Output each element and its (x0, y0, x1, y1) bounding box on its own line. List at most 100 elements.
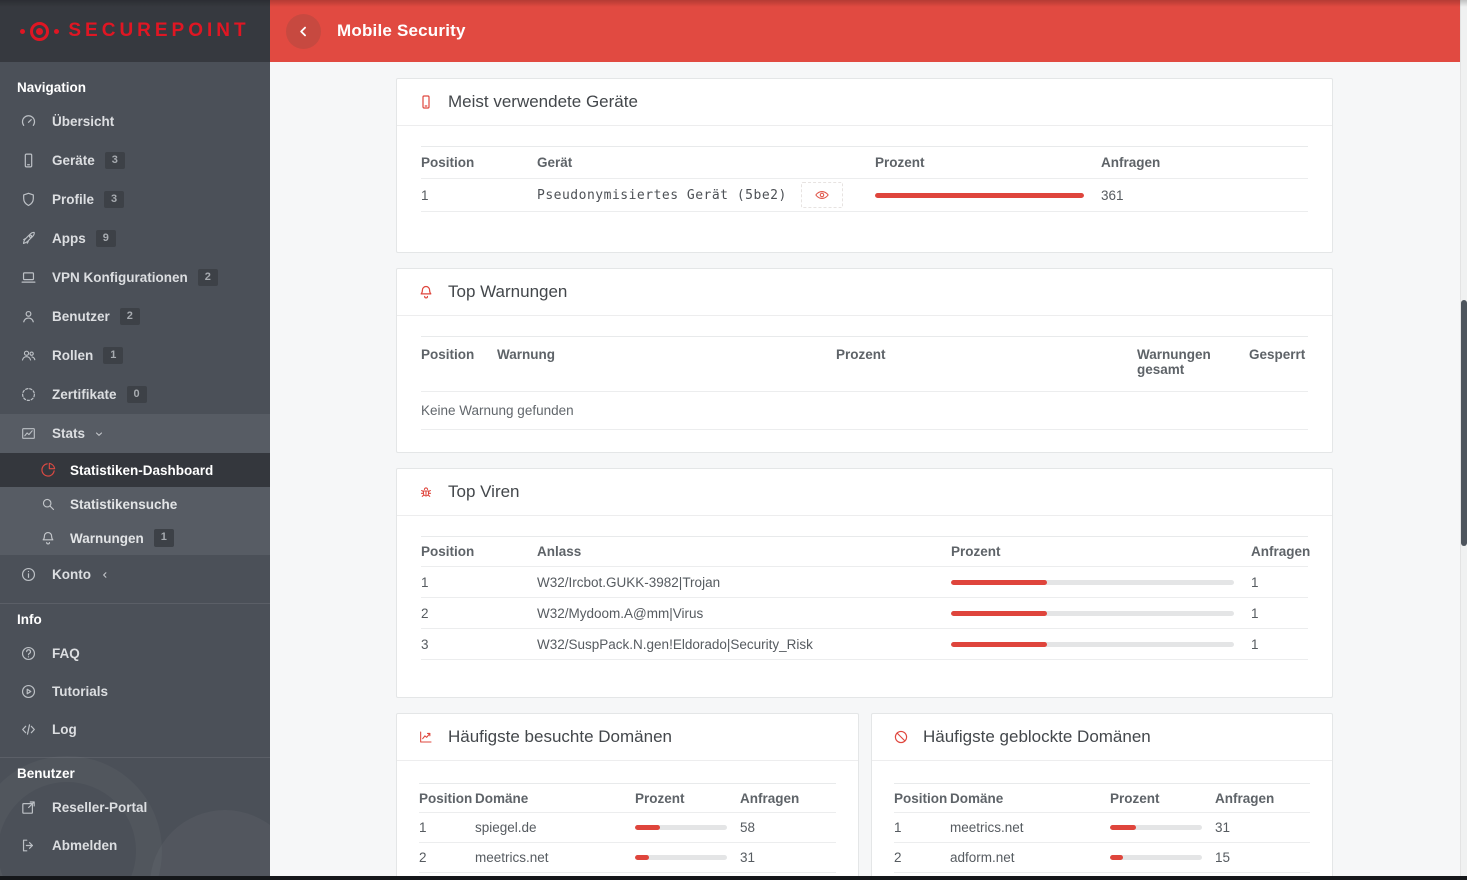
search-icon (38, 496, 58, 512)
col-domaene: Domäne (950, 790, 1004, 806)
sidebar-item-benutzer[interactable]: Benutzer 2 (0, 297, 270, 336)
device-name: Pseudonymisiertes Gerät (5be2) (537, 187, 787, 203)
logout-icon (17, 837, 39, 854)
sidebar-item-abmelden[interactable]: Abmelden (0, 826, 270, 864)
sidebar-item-statistiken-dashboard[interactable]: Statistiken-Dashboard (0, 453, 270, 487)
cell-prozent (875, 192, 1101, 198)
view-device-button[interactable] (800, 182, 843, 208)
scrollbar-thumb[interactable] (1461, 300, 1467, 546)
col-anfragen: Anfragen (740, 790, 800, 806)
col-position: Position (421, 544, 475, 559)
sidebar-item-vpn-konfigurationen[interactable]: VPN Konfigurationen 2 (0, 258, 270, 297)
cell-prozent (951, 579, 1251, 585)
col-gesperrt: Gesperrt (1249, 347, 1306, 362)
cell-prozent (951, 610, 1251, 616)
progress-bar (951, 579, 1048, 585)
card-top-warnungen: Top Warnungen Position Warnung Prozent W… (396, 268, 1333, 453)
bell-icon (38, 530, 58, 546)
card-title: Häufigste geblockte Domänen (923, 727, 1151, 746)
col-geraet: Gerät (537, 155, 573, 170)
scrollbar-track[interactable] (1460, 0, 1467, 880)
cell-anlass: W32/Ircbot.GUKK-3982|Trojan (537, 574, 721, 590)
col-prozent: Prozent (1110, 790, 1160, 806)
cell-prozent (635, 855, 740, 860)
nav-section-benutzer: Benutzer (17, 766, 75, 781)
question-circle-icon (17, 645, 39, 662)
table-row: 1 W32/Ircbot.GUKK-3982|Trojan 1 (421, 567, 1308, 598)
cell-position: 1 (421, 187, 429, 203)
bell-icon (418, 284, 434, 300)
cell-domaene: meetrics.net (950, 820, 1024, 835)
cell-position: 2 (421, 605, 429, 621)
card-title: Top Warnungen (448, 282, 568, 301)
sidebar-item-warnungen[interactable]: Warnungen 1 (0, 521, 270, 555)
cell-anfragen: 1 (1251, 636, 1259, 652)
progress-bar (951, 641, 1048, 647)
col-anfragen: Anfragen (1101, 155, 1161, 170)
logo-dot-icon (20, 28, 26, 34)
sidebar-item-profile[interactable]: Profile 3 (0, 180, 270, 219)
page-title: Mobile Security (337, 21, 466, 40)
sidebar-item-rollen[interactable]: Rollen 1 (0, 336, 270, 375)
progress-bar (635, 855, 649, 860)
card-haeufigste-besuchte-domaenen: Häufigste besuchte Domänen Position Domä… (396, 713, 859, 876)
table-row: 2 W32/Mydoom.A@mm|Virus 1 (421, 598, 1308, 629)
sidebar-item-uebersicht[interactable]: Übersicht (0, 102, 270, 141)
cell-domaene: adform.net (950, 850, 1015, 865)
stats-group: Stats Statistiken-Dashboard Statistikens… (0, 414, 270, 555)
shield-icon (17, 191, 39, 208)
sidebar-item-statistikensuche[interactable]: Statistikensuche (0, 487, 270, 521)
cell-anfragen: 361 (1101, 187, 1124, 203)
col-warnung: Warnung (497, 347, 555, 362)
external-link-icon (17, 799, 39, 816)
laptop-icon (17, 269, 39, 286)
card-haeufigste-geblockte-domaenen: Häufigste geblockte Domänen Position Dom… (871, 713, 1333, 876)
sidebar-nav: Navigation Übersicht Geräte 3 Profile 3 … (0, 62, 270, 864)
progress-bar (1110, 855, 1123, 860)
chevron-down-icon (93, 428, 105, 440)
back-button[interactable] (286, 13, 321, 49)
mobile-icon (418, 94, 434, 110)
main-content: Meist verwendete Geräte Position Gerät P… (270, 62, 1460, 876)
count-badge: 1 (103, 346, 124, 365)
bug-icon (418, 484, 434, 500)
card-top-viren: Top Viren Position Anlass Prozent Anfrag… (396, 468, 1333, 698)
cell-anlass: W32/Mydoom.A@mm|Virus (537, 605, 704, 621)
pie-chart-icon (38, 462, 58, 478)
cell-prozent (1110, 825, 1215, 830)
code-icon (17, 721, 39, 738)
sidebar-item-tutorials[interactable]: Tutorials (0, 672, 270, 710)
table-row: 2 meetrics.net 31 (419, 843, 836, 873)
cell-prozent (951, 641, 1251, 647)
sidebar-item-geraete[interactable]: Geräte 3 (0, 141, 270, 180)
chevron-left-icon (99, 569, 111, 581)
eye-icon (815, 191, 829, 199)
sidebar-item-stats[interactable]: Stats (0, 414, 270, 453)
sidebar-item-konto[interactable]: Konto (0, 555, 270, 594)
table-row: 2 adform.net 15 (894, 843, 1310, 873)
sidebar-item-log[interactable]: Log (0, 710, 270, 748)
table-row: 1 spiegel.de 58 (419, 813, 836, 843)
sidebar-item-faq[interactable]: FAQ (0, 634, 270, 672)
sidebar-item-zertifikate[interactable]: Zertifikate 0 (0, 375, 270, 414)
card-title: Meist verwendete Geräte (448, 92, 638, 111)
bottom-edge (0, 876, 1467, 880)
col-position: Position (419, 790, 473, 806)
col-domaene: Domäne (475, 790, 529, 806)
nav-section-navigation: Navigation (17, 80, 87, 95)
sidebar-item-reseller-portal[interactable]: Reseller-Portal (0, 788, 270, 826)
sidebar-item-apps[interactable]: Apps 9 (0, 219, 270, 258)
brand-logo[interactable]: SECUREPOINT (0, 0, 270, 62)
page-header: Mobile Security (270, 0, 1460, 62)
info-circle-icon (17, 566, 39, 583)
table-row: 3 W32/SuspPack.N.gen!Eldorado|Security_R… (421, 629, 1308, 660)
col-anfragen: Anfragen (1251, 544, 1311, 559)
cell-position: 2 (894, 850, 902, 865)
nav-section-info: Info (17, 612, 42, 627)
col-position: Position (421, 347, 475, 362)
empty-message: Keine Warnung gefunden (421, 403, 574, 418)
cell-domaene: spiegel.de (475, 820, 537, 835)
count-badge: 2 (119, 307, 140, 326)
col-anlass: Anlass (537, 544, 582, 559)
progress-bar (1110, 825, 1136, 830)
